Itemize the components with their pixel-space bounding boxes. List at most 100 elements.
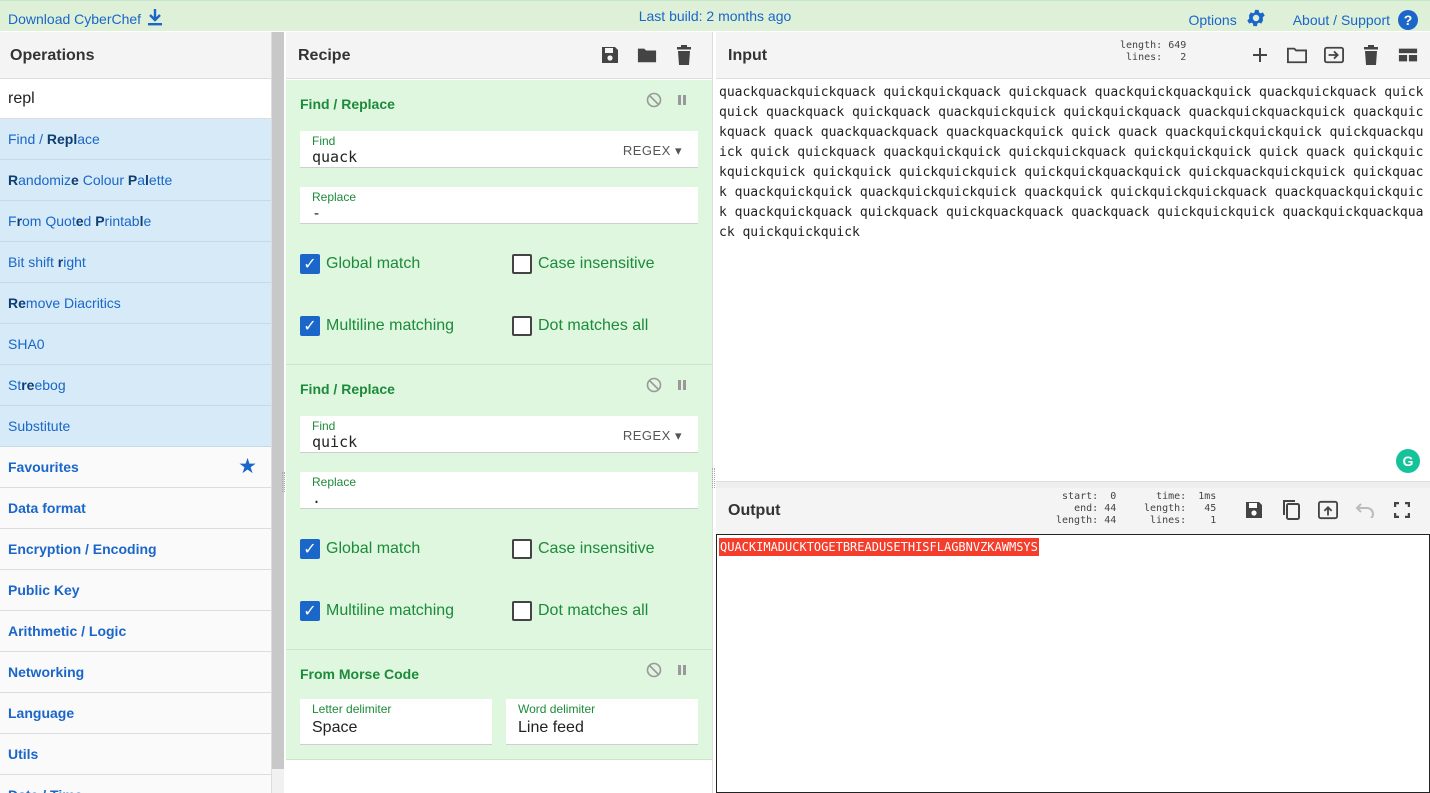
find-label: Find: [312, 419, 336, 433]
category-label: Networking: [8, 664, 85, 680]
recipe-title: Recipe: [298, 47, 351, 64]
replace-label: Replace: [312, 475, 357, 489]
pause-icon[interactable]: [674, 92, 690, 111]
recipe-step-find-replace-1[interactable]: Find / Replace Find quack REGEX ▾ Replac…: [286, 80, 712, 365]
operation-result-item[interactable]: Find / Replace: [0, 119, 271, 160]
clear-input-icon[interactable]: [1361, 44, 1381, 66]
trash-icon[interactable]: [674, 44, 694, 66]
replace-label: Replace: [312, 190, 357, 204]
category-item[interactable]: Date / Time: [0, 775, 271, 793]
operation-result-item[interactable]: From Quoted Printable: [0, 201, 271, 242]
category-item[interactable]: Language: [0, 693, 271, 734]
output-textarea[interactable]: QUACKIMADUCKTOGETBREADUSETHISFLAGBNVZKAW…: [716, 534, 1430, 793]
word-delimiter-label: Word delimiter: [518, 702, 596, 716]
category-item[interactable]: Encryption / Encoding: [0, 529, 271, 570]
copy-icon[interactable]: [1281, 499, 1301, 521]
about-link[interactable]: About / Support: [1293, 12, 1390, 28]
maximise-icon[interactable]: [1392, 499, 1412, 521]
pause-icon[interactable]: [674, 377, 690, 396]
global-match-checkbox[interactable]: ✓ Global match: [300, 254, 420, 274]
global-match-checkbox[interactable]: ✓ Global match: [300, 539, 420, 559]
multiline-checkbox[interactable]: ✓ Multiline matching: [300, 316, 454, 336]
letter-delimiter-label: Letter delimiter: [312, 702, 392, 716]
find-mode-dropdown[interactable]: REGEX ▾: [623, 143, 682, 159]
replace-field[interactable]: Replace -: [300, 187, 698, 224]
case-insensitive-checkbox[interactable]: Case insensitive: [512, 539, 655, 559]
add-tab-icon[interactable]: [1250, 44, 1270, 66]
io-splitter[interactable]: [716, 481, 1430, 488]
category-item[interactable]: Favourites ★: [0, 447, 271, 488]
layout-icon[interactable]: [1398, 44, 1418, 66]
word-delimiter-value: Line feed: [518, 719, 584, 736]
pause-icon[interactable]: [674, 662, 690, 681]
recipe-panel: Recipe Find / Replace Find quack REGEX ▾…: [286, 32, 713, 793]
category-item[interactable]: Arithmetic / Logic: [0, 611, 271, 652]
category-label: Encryption / Encoding: [8, 541, 157, 557]
disable-icon[interactable]: [646, 662, 662, 681]
check-icon: ✓: [300, 316, 320, 336]
step-title: From Morse Code: [300, 666, 420, 682]
operation-result-item[interactable]: Randomize Colour Palette: [0, 160, 271, 201]
dot-matches-all-checkbox[interactable]: Dot matches all: [512, 601, 648, 621]
output-title: Output: [728, 502, 781, 519]
download-icon: [147, 8, 163, 29]
category-label: Public Key: [8, 582, 80, 598]
letter-delimiter-select[interactable]: Letter delimiter Space: [300, 699, 492, 745]
dot-matches-all-checkbox[interactable]: Dot matches all: [512, 316, 648, 336]
step-title: Find / Replace: [300, 96, 395, 112]
check-icon: ✓: [300, 601, 320, 621]
letter-delimiter-value: Space: [312, 719, 358, 736]
word-delimiter-select[interactable]: Word delimiter Line feed: [506, 699, 698, 745]
folder-icon[interactable]: [637, 44, 657, 66]
find-value: quack: [312, 148, 358, 166]
recipe-step-find-replace-2[interactable]: Find / Replace Find quick REGEX ▾ Replac…: [286, 365, 712, 650]
ops-recipe-splitter[interactable]: [282, 472, 285, 492]
operations-scrollbar[interactable]: [272, 32, 284, 769]
multiline-checkbox[interactable]: ✓ Multiline matching: [300, 601, 454, 621]
find-mode-dropdown[interactable]: REGEX ▾: [623, 428, 682, 444]
input-title: Input: [728, 47, 768, 64]
options-link[interactable]: Options: [1188, 12, 1236, 28]
grammarly-icon[interactable]: G: [1396, 449, 1420, 473]
save-icon[interactable]: [600, 44, 620, 66]
step-title: Find / Replace: [300, 381, 395, 397]
recipe-io-splitter[interactable]: [712, 468, 715, 488]
open-file-icon[interactable]: [1324, 44, 1344, 66]
replace-field[interactable]: Replace .: [300, 472, 698, 509]
category-item[interactable]: Public Key: [0, 570, 271, 611]
replace-input-icon[interactable]: [1318, 499, 1338, 521]
find-field[interactable]: Find quack REGEX ▾: [300, 131, 698, 168]
gear-icon[interactable]: [1245, 7, 1267, 32]
category-item[interactable]: Utils: [0, 734, 271, 775]
input-stats: length: 649 lines: 2: [1120, 40, 1187, 63]
input-textarea[interactable]: quackquackquickquack quickquickquack qui…: [719, 83, 1427, 243]
recipe-step-from-morse[interactable]: From Morse Code Letter delimiter Space W…: [286, 650, 712, 760]
save-output-icon[interactable]: [1244, 499, 1264, 521]
output-header: Output start: 0 end: 44 length: 44 time:…: [716, 488, 1430, 535]
operations-panel: Operations repl Find / Replace Randomize …: [0, 32, 272, 793]
search-results: Find / Replace Randomize Colour Palette Fr…: [0, 119, 271, 447]
category-label: Favourites: [8, 459, 79, 475]
operations-search-input[interactable]: repl: [0, 79, 271, 119]
operation-result-item[interactable]: SHA0: [0, 324, 271, 365]
operation-result-item[interactable]: Remove Diacritics: [0, 283, 271, 324]
help-icon[interactable]: ?: [1398, 9, 1418, 30]
find-field[interactable]: Find quick REGEX ▾: [300, 416, 698, 453]
operation-result-item[interactable]: Bit shift right: [0, 242, 271, 283]
category-item[interactable]: Networking: [0, 652, 271, 693]
case-insensitive-checkbox[interactable]: Case insensitive: [512, 254, 655, 274]
category-label: Utils: [8, 746, 39, 762]
category-item[interactable]: Data format: [0, 488, 271, 529]
download-link[interactable]: Download CyberChef: [8, 8, 163, 29]
disable-icon[interactable]: [646, 92, 662, 111]
category-label: Data format: [8, 500, 86, 516]
operation-result-item[interactable]: Streebog: [0, 365, 271, 406]
open-folder-icon[interactable]: [1287, 44, 1307, 66]
disable-icon[interactable]: [646, 377, 662, 396]
last-build-text: Last build: 2 months ago: [638, 8, 792, 24]
download-label: Download CyberChef: [8, 10, 142, 27]
output-stats-range: start: 0 end: 44 length: 44: [1056, 491, 1117, 526]
operation-result-item[interactable]: Substitute: [0, 406, 271, 447]
star-icon: ★: [238, 455, 257, 478]
find-value: quick: [312, 433, 358, 451]
